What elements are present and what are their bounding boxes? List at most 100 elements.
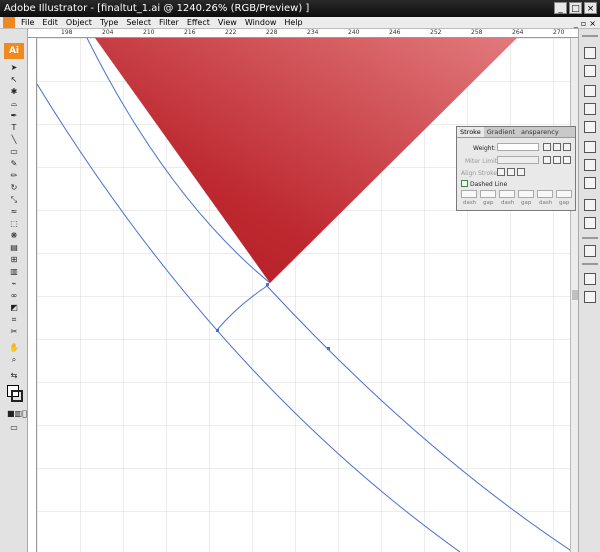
column-graph-tool-icon[interactable]: ▤: [7, 243, 21, 253]
ruler-label: 246: [389, 29, 401, 36]
join-bevel-icon[interactable]: [563, 156, 571, 164]
cap-butt-icon[interactable]: [543, 143, 551, 151]
ruler-label: 240: [348, 29, 360, 36]
layers-panel-icon[interactable]: [584, 245, 596, 257]
anchor-point[interactable]: [327, 347, 330, 350]
menu-window[interactable]: Window: [241, 17, 281, 28]
live-paint-tool-icon[interactable]: ◩: [7, 303, 21, 313]
paintbrush-tool-icon[interactable]: ✎: [7, 159, 21, 169]
navigator-panel-icon[interactable]: [584, 47, 596, 59]
menu-object[interactable]: Object: [62, 17, 96, 28]
mesh-tool-icon[interactable]: ⊞: [7, 255, 21, 265]
panel-dock: [578, 29, 600, 552]
menu-filter[interactable]: Filter: [155, 17, 183, 28]
anchor-point[interactable]: [216, 329, 219, 332]
stroke-panel: Stroke Gradient ansparency Weight: Miter…: [456, 126, 576, 211]
cap-square-icon[interactable]: [563, 143, 571, 151]
menu-effect[interactable]: Effect: [183, 17, 214, 28]
artwork-svg: [37, 38, 570, 552]
gradient-tool-icon[interactable]: ▥: [7, 267, 21, 277]
document-icon[interactable]: [3, 17, 15, 28]
slice-tool-icon[interactable]: ⌗: [7, 315, 21, 325]
horizontal-ruler[interactable]: 198 204 210 216 222 228 234 240 246 252 …: [28, 29, 578, 38]
menu-select[interactable]: Select: [122, 17, 155, 28]
pencil-tool-icon[interactable]: ✏: [7, 171, 21, 181]
swatches-panel-icon[interactable]: [584, 103, 596, 115]
magic-wand-tool-icon[interactable]: ✱: [7, 87, 21, 97]
join-round-icon[interactable]: [553, 156, 561, 164]
eyedropper-tool-icon[interactable]: ⌁: [7, 279, 21, 289]
ruler-label: 210: [143, 29, 155, 36]
pen-tool-icon[interactable]: ✒: [7, 111, 21, 121]
rectangle-tool-icon[interactable]: ▭: [7, 147, 21, 157]
dock-grip[interactable]: [582, 35, 598, 37]
swap-colors-icon[interactable]: ⇆: [7, 371, 21, 381]
align-panel-icon[interactable]: [584, 273, 596, 285]
scissors-tool-icon[interactable]: ✂: [7, 327, 21, 337]
free-transform-tool-icon[interactable]: ⬚: [7, 219, 21, 229]
ruler-label: 204: [102, 29, 114, 36]
window-title: Adobe Illustrator - [finaltut_1.ai @ 124…: [4, 3, 310, 14]
menu-edit[interactable]: Edit: [38, 17, 62, 28]
dash-field-2[interactable]: [499, 190, 515, 198]
pathfinder-panel-icon[interactable]: [584, 291, 596, 303]
menu-type[interactable]: Type: [96, 17, 122, 28]
dashed-line-checkbox[interactable]: [461, 180, 468, 187]
menu-help[interactable]: Help: [280, 17, 306, 28]
lasso-tool-icon[interactable]: ⌓: [7, 99, 21, 109]
artboard-canvas[interactable]: [37, 38, 570, 552]
align-stroke-label: Align Stroke:: [461, 170, 500, 177]
line-tool-icon[interactable]: ╲: [7, 135, 21, 145]
illustrator-logo: Ai: [4, 43, 24, 59]
anchor-point[interactable]: [266, 283, 269, 286]
gap-label-3: gap: [559, 200, 570, 206]
dock-divider: [582, 263, 598, 265]
type-tool-icon[interactable]: T: [7, 123, 21, 133]
ruler-label: 258: [471, 29, 483, 36]
cap-round-icon[interactable]: [553, 143, 561, 151]
appearance-panel-icon[interactable]: [584, 199, 596, 211]
align-center-icon[interactable]: [497, 168, 505, 176]
align-inside-icon[interactable]: [507, 168, 515, 176]
dash-field-3[interactable]: [537, 190, 553, 198]
gap-field-2[interactable]: [518, 190, 534, 198]
stroke-color-icon[interactable]: [11, 390, 23, 402]
gap-field-3[interactable]: [556, 190, 572, 198]
gradient-panel-icon[interactable]: [584, 159, 596, 171]
selection-tool-icon[interactable]: ➤: [7, 63, 21, 73]
brushes-panel-icon[interactable]: [584, 121, 596, 133]
menu-view[interactable]: View: [214, 17, 241, 28]
weight-input[interactable]: [497, 143, 539, 151]
tab-transparency[interactable]: ansparency: [518, 127, 562, 137]
menu-file[interactable]: File: [17, 17, 38, 28]
symbol-sprayer-tool-icon[interactable]: ❋: [7, 231, 21, 241]
transparency-panel-icon[interactable]: [584, 177, 596, 189]
hand-tool-icon[interactable]: ✋: [7, 343, 21, 353]
gap-field-1[interactable]: [480, 190, 496, 198]
color-panel-icon[interactable]: [584, 85, 596, 97]
minimize-button[interactable]: _: [554, 2, 567, 14]
stroke-panel-icon[interactable]: [584, 141, 596, 153]
join-miter-icon[interactable]: [543, 156, 551, 164]
miter-limit-input[interactable]: [497, 156, 539, 164]
screen-mode-icon[interactable]: ▭: [7, 423, 21, 433]
vertical-ruler[interactable]: [28, 38, 37, 552]
rotate-tool-icon[interactable]: ↻: [7, 183, 21, 193]
gap-label-1: gap: [483, 200, 494, 206]
blend-tool-icon[interactable]: ∞: [7, 291, 21, 301]
direct-selection-tool-icon[interactable]: ↖: [7, 75, 21, 85]
maximize-button[interactable]: □: [569, 2, 582, 14]
scale-tool-icon[interactable]: ⤡: [7, 195, 21, 205]
color-mode-icons[interactable]: ■▥⃠: [7, 409, 27, 419]
tab-stroke[interactable]: Stroke: [457, 127, 484, 137]
warp-tool-icon[interactable]: ≈: [7, 207, 21, 217]
vertical-scrollbar[interactable]: [570, 38, 578, 552]
tab-gradient[interactable]: Gradient: [484, 127, 518, 137]
zoom-tool-icon[interactable]: ⌕: [7, 355, 21, 365]
align-outside-icon[interactable]: [517, 168, 525, 176]
graphic-styles-panel-icon[interactable]: [584, 217, 596, 229]
close-button[interactable]: ×: [584, 2, 597, 14]
info-panel-icon[interactable]: [584, 65, 596, 77]
dash-field-1[interactable]: [461, 190, 477, 198]
weight-label: Weight:: [473, 145, 496, 152]
